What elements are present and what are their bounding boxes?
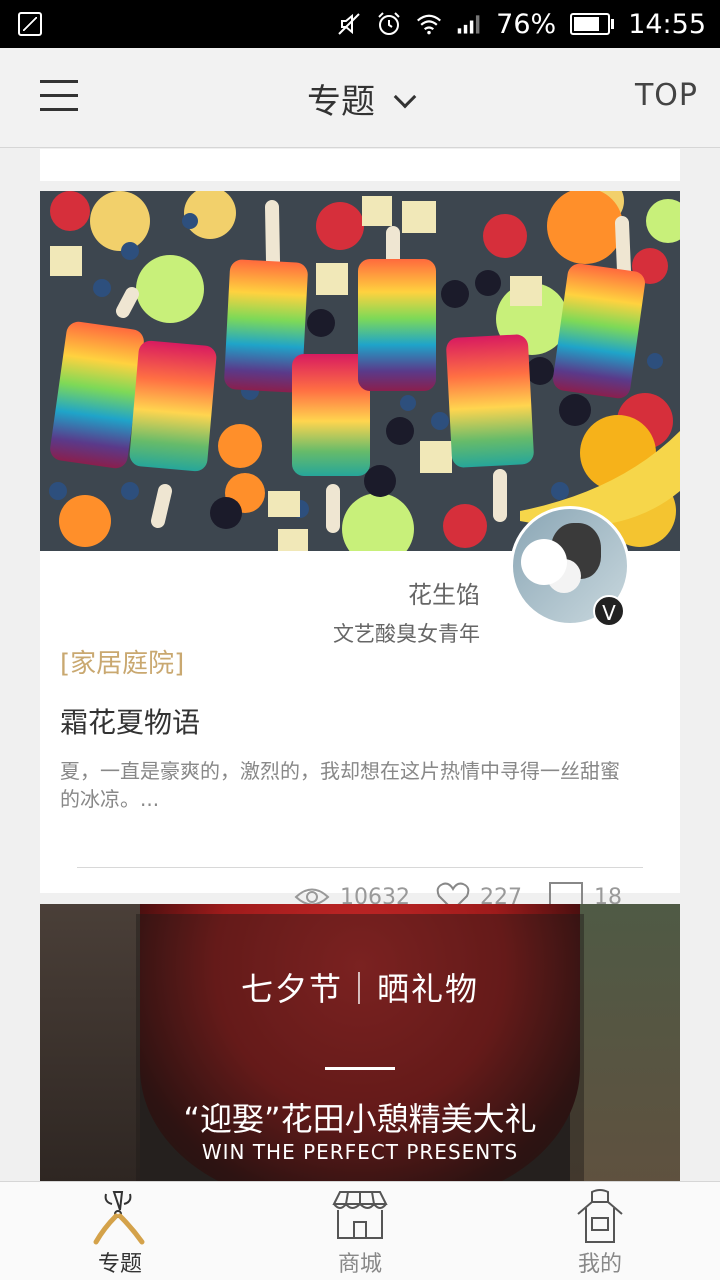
author-name: 花生馅 xyxy=(408,581,480,609)
wifi-icon xyxy=(417,14,442,35)
gallery-icon xyxy=(18,12,42,36)
author-info[interactable]: 花生馅 文艺酸臭女青年 xyxy=(333,575,480,648)
battery-icon xyxy=(570,13,615,35)
promo-banner[interactable]: 七夕节｜晒礼物 “迎娶”花田小憩精美大礼 WIN THE PERFECT PRE… xyxy=(40,904,680,1181)
status-icons: 76% 14:55 xyxy=(336,0,706,48)
nav-item-topics[interactable]: 专题 xyxy=(0,1182,240,1280)
verified-badge: V xyxy=(593,595,625,627)
popsicles-photo xyxy=(40,191,680,551)
bottom-nav: 专题 商城 我的 xyxy=(0,1181,720,1280)
promo-subtitle: “迎娶”花田小憩精美大礼 xyxy=(183,1100,537,1138)
signal-icon xyxy=(457,15,480,34)
battery-percent: 76% xyxy=(496,8,557,40)
article-title[interactable]: 霜花夏物语 xyxy=(60,701,200,741)
nav-item-mine[interactable]: 我的 xyxy=(480,1182,720,1280)
promo-english: WIN THE PERFECT PRESENTS xyxy=(201,1140,519,1164)
alarm-icon xyxy=(378,12,400,35)
apron-icon xyxy=(577,1189,623,1243)
nav-label-mine: 我的 xyxy=(577,1252,622,1277)
top-button[interactable]: TOP xyxy=(635,78,698,113)
article-cover-image[interactable] xyxy=(40,191,680,551)
clock: 14:55 xyxy=(628,8,706,40)
article-category[interactable]: [家居庭院] xyxy=(60,643,184,680)
nav-label-shop: 商城 xyxy=(337,1252,382,1277)
feed[interactable]: 3728 88 15 xyxy=(0,149,720,1181)
garden-shears-icon xyxy=(93,1191,145,1245)
article-card[interactable]: V 花生馅 文艺酸臭女青年 [家居庭院] 霜花夏物语 夏，一直是豪爽的，激烈的，… xyxy=(40,191,680,913)
author-tagline: 文艺酸臭女青年 xyxy=(333,622,480,646)
previous-card[interactable]: 3728 88 15 xyxy=(40,149,680,181)
article-excerpt: 夏，一直是豪爽的，激烈的，我却想在这片热情中寻得一丝甜蜜的冰凉。... xyxy=(60,759,620,811)
nav-label-topics: 专题 xyxy=(97,1252,142,1277)
chevron-down-icon xyxy=(393,85,417,109)
nav-item-shop[interactable]: 商城 xyxy=(240,1182,480,1280)
promo-divider xyxy=(325,1067,395,1070)
status-bar: 76% 14:55 xyxy=(0,0,720,48)
divider xyxy=(77,867,643,868)
mute-icon xyxy=(338,13,360,35)
promo-headline: 七夕节｜晒礼物 xyxy=(240,970,479,1008)
topic-selector[interactable]: 专题 xyxy=(0,74,720,123)
page-title: 专题 xyxy=(307,82,375,122)
shop-icon xyxy=(332,1191,388,1239)
app-header: 专题 TOP xyxy=(0,48,720,148)
